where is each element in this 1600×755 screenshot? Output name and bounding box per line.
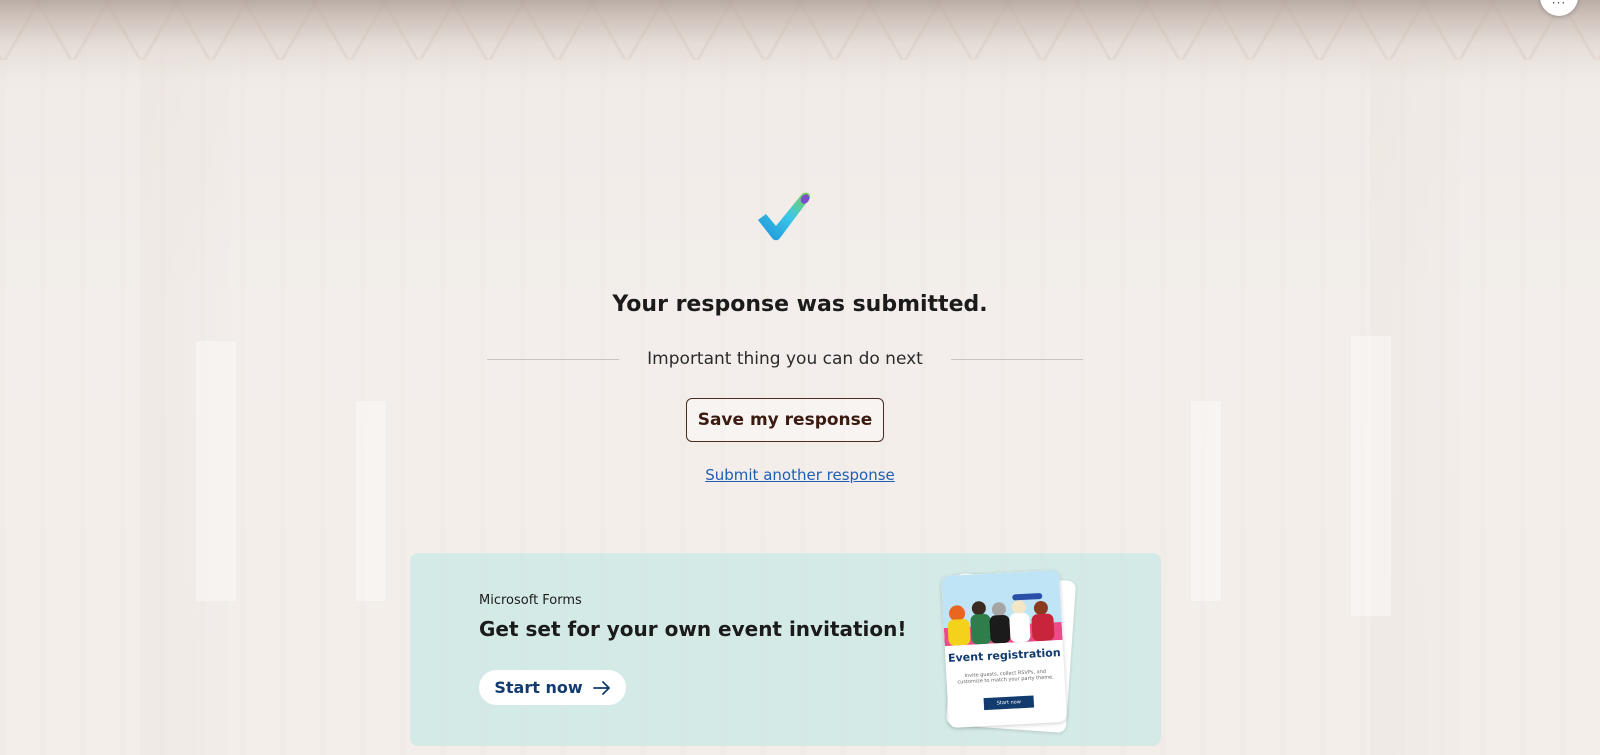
checkmark-icon	[758, 192, 811, 241]
card-description: Invite guests, collect RSVPs, and custom…	[957, 668, 1054, 686]
promo-brand: Microsoft Forms	[479, 593, 582, 608]
card-start-button: Start now	[983, 695, 1035, 711]
promo-banner: Microsoft Forms Get set for your own eve…	[410, 553, 1161, 746]
people-illustration	[941, 570, 1063, 647]
next-steps-heading: Important thing you can do next	[647, 349, 923, 369]
card-title: Event registration	[947, 646, 1061, 665]
start-now-button[interactable]: Start now	[479, 670, 626, 705]
next-steps-divider: Important thing you can do next	[487, 348, 1083, 370]
submit-another-link[interactable]: Submit another response	[705, 466, 895, 484]
divider-line	[950, 358, 1083, 360]
event-registration-card: Event registration Invite guests, collec…	[941, 570, 1067, 728]
page-title: Your response was submitted.	[612, 292, 988, 317]
start-now-label: Start now	[494, 678, 583, 697]
page: ··· Your response was submitted. Importa…	[0, 0, 1600, 755]
promo-title: Get set for your own event invitation!	[479, 617, 907, 641]
arrow-right-icon	[592, 680, 610, 695]
submit-another-row: Submit another response	[0, 466, 1600, 484]
divider-line	[487, 358, 620, 360]
save-response-button[interactable]: Save my response	[686, 398, 884, 442]
more-icon: ···	[1551, 0, 1567, 10]
